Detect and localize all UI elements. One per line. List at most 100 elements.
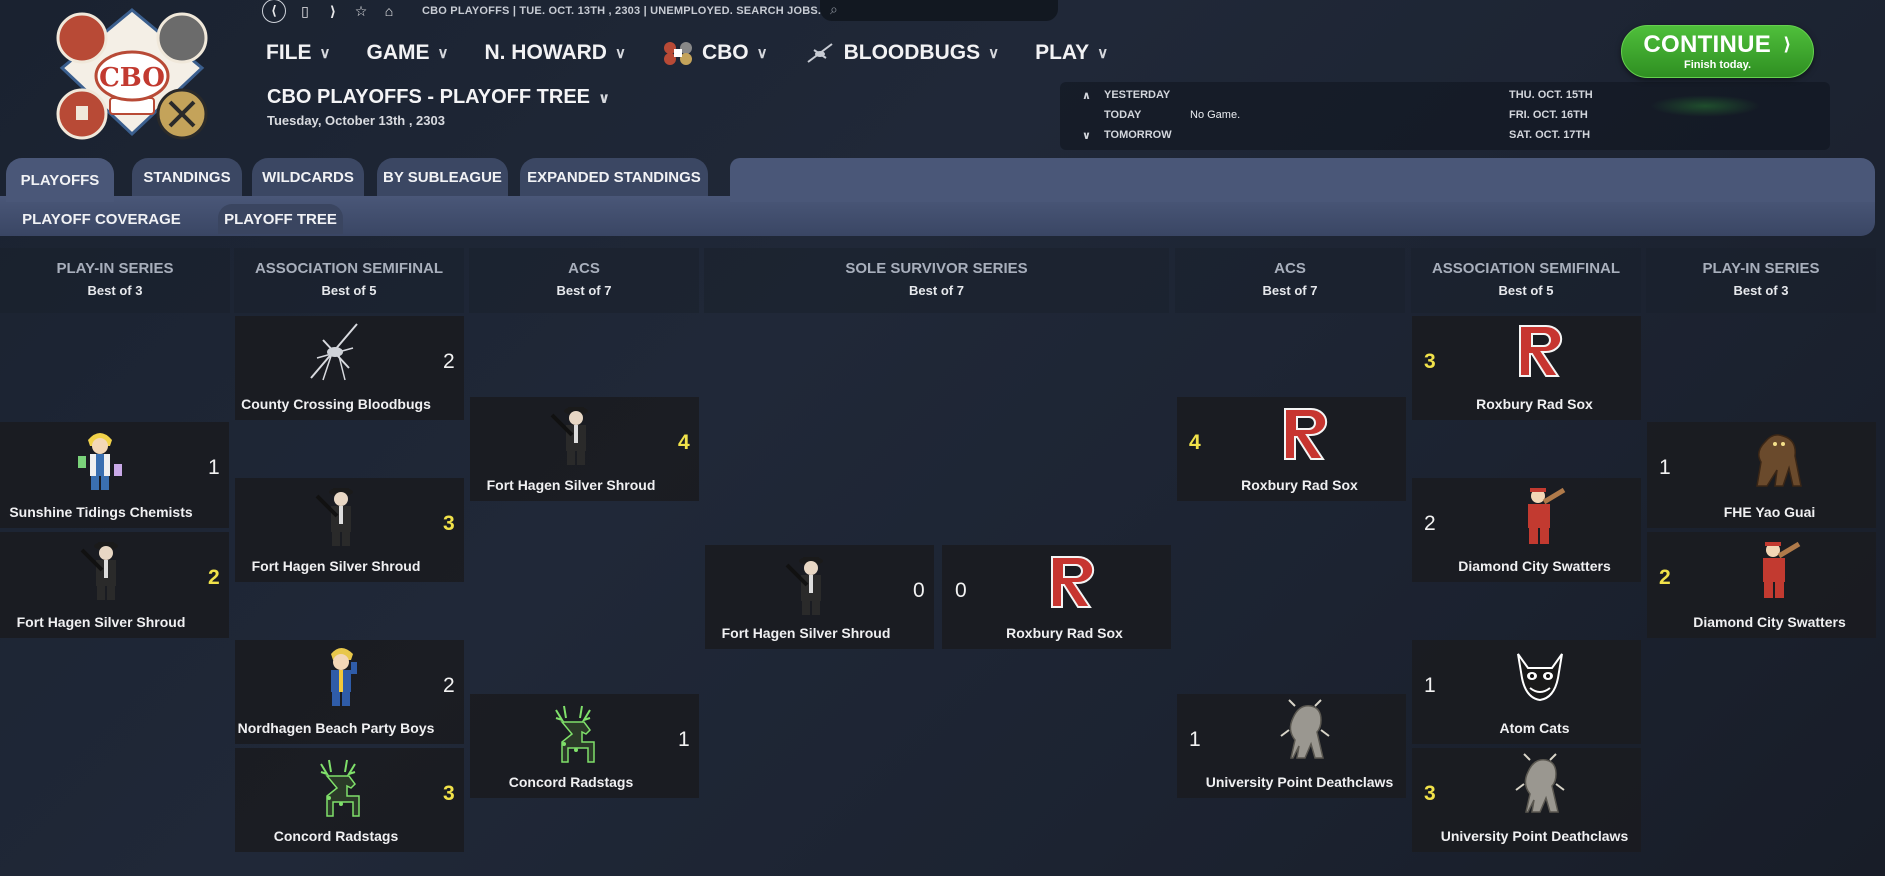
team-card-left-semi-4[interactable]: 3 Concord Radstags xyxy=(235,748,464,852)
tab-panel-fill xyxy=(730,158,1875,202)
silver-shroud-icon xyxy=(785,555,825,617)
series-score: 1 xyxy=(1659,456,1671,479)
team-name: Concord Radstags xyxy=(273,828,399,844)
tab-playoffs[interactable]: PLAYOFFS xyxy=(6,158,114,202)
tab-wildcards[interactable]: WILDCARDS xyxy=(252,158,364,196)
yao-guai-icon xyxy=(1756,434,1802,487)
page-date: Tuesday, October 13th , 2303 xyxy=(267,113,445,128)
menu-game[interactable]: GAME ∨ xyxy=(366,40,448,66)
series-score: 2 xyxy=(443,350,455,373)
back-forward-icon[interactable]: ⟨ xyxy=(262,0,286,23)
vault-boy-icon xyxy=(331,648,357,706)
search-input[interactable]: ⌕ xyxy=(820,0,1058,21)
team-name: Diamond City Swatters xyxy=(1458,558,1611,574)
menu-file[interactable]: FILE ∨ xyxy=(266,40,330,66)
team-card-left-playin-top[interactable]: 1 Sunshine Tidings Chemists xyxy=(0,422,229,528)
forward-icon[interactable]: ⟩ xyxy=(324,3,342,20)
team-name: Fort Hagen Silver Shroud xyxy=(251,558,421,574)
series-score: 3 xyxy=(1424,350,1436,373)
continue-button[interactable]: CONTINUE ⟩ Finish today. xyxy=(1621,25,1814,78)
team-name: Nordhagen Beach Party Boys xyxy=(237,720,435,736)
col-header-right-acs: ACS Best of 7 xyxy=(1175,248,1405,313)
breadcrumb[interactable]: CBO PLAYOFFS | TUE. OCT. 13TH , 2303 | U… xyxy=(422,5,828,17)
chevron-down-icon: ∨ xyxy=(988,45,1000,62)
home-icon[interactable]: ⌂ xyxy=(380,3,398,19)
series-score: 1 xyxy=(678,728,690,751)
team-name: Fort Hagen Silver Shroud xyxy=(721,625,891,641)
star-icon[interactable]: ☆ xyxy=(352,3,370,20)
chevron-right-icon: ⟩ xyxy=(1783,34,1792,54)
subtab-playoff-coverage[interactable]: PLAYOFF COVERAGE xyxy=(14,204,189,234)
team-name: University Point Deathclaws xyxy=(1440,828,1629,844)
team-card-right-playin-top[interactable]: 1 FHE Yao Guai xyxy=(1647,422,1876,528)
schedule-tomorrow[interactable]: ∨ TOMORROW SAT. OCT. 17TH xyxy=(1060,126,1830,144)
silver-shroud-icon xyxy=(315,486,355,548)
team-card-left-playin-bottom[interactable]: 2 Fort Hagen Silver Shroud xyxy=(0,532,229,638)
series-score: 4 xyxy=(678,431,690,454)
series-score: 3 xyxy=(1424,782,1436,805)
series-score: 3 xyxy=(443,782,455,805)
rad-sox-icon xyxy=(1519,325,1563,377)
col-header-left-acs: ACS Best of 7 xyxy=(469,248,699,313)
team-name: Fort Hagen Silver Shroud xyxy=(486,477,656,493)
team-name: Roxbury Rad Sox xyxy=(1241,477,1358,493)
tab-expanded-standings[interactable]: EXPANDED STANDINGS xyxy=(520,158,708,196)
page-title[interactable]: CBO PLAYOFFS - PLAYOFF TREE ∨ xyxy=(267,86,610,109)
league-icon xyxy=(663,42,692,65)
league-logo[interactable]: CBO xyxy=(52,6,212,144)
silver-shroud-icon xyxy=(550,405,590,467)
series-score: 1 xyxy=(1189,728,1201,751)
team-name: Diamond City Swatters xyxy=(1693,614,1846,630)
team-name: Atom Cats xyxy=(1499,720,1570,736)
tab-standings[interactable]: STANDINGS xyxy=(132,158,242,196)
team-name: Concord Radstags xyxy=(508,774,634,790)
bloodbug-icon xyxy=(310,323,358,381)
team-card-right-semi-4[interactable]: 3 University Point Deathclaws xyxy=(1412,748,1641,852)
team-card-left-acs-2[interactable]: 1 Concord Radstags xyxy=(470,694,699,798)
radstag-icon xyxy=(555,705,595,763)
team-card-final-right[interactable]: 0 Roxbury Rad Sox xyxy=(942,545,1171,649)
menu-play[interactable]: PLAY ∨ xyxy=(1035,40,1108,66)
team-card-right-semi-3[interactable]: 1 Atom Cats xyxy=(1412,640,1641,744)
team-card-left-semi-3[interactable]: 2 Nordhagen Beach Party Boys xyxy=(235,640,464,744)
team-name: University Point Deathclaws xyxy=(1205,774,1394,790)
chevron-up-icon: ∧ xyxy=(1082,89,1091,102)
team-card-right-semi-1[interactable]: 3 Roxbury Rad Sox xyxy=(1412,316,1641,420)
main-menu: FILE ∨ GAME ∨ N. HOWARD ∨ CBO ∨ BLOODBUGS ∨ P… xyxy=(266,40,1144,66)
team-card-left-acs-1[interactable]: 4 Fort Hagen Silver Shroud xyxy=(470,397,699,501)
chemists-icon xyxy=(78,433,122,490)
deathclaw-icon xyxy=(1515,753,1565,813)
team-card-final-left[interactable]: 0 Fort Hagen Silver Shroud xyxy=(705,545,934,649)
chevron-down-icon: ∨ xyxy=(319,45,331,62)
phone-icon[interactable]: ▯ xyxy=(296,3,314,20)
team-name: FHE Yao Guai xyxy=(1723,504,1816,520)
menu-manager[interactable]: N. HOWARD ∨ xyxy=(484,40,625,66)
menu-team[interactable]: BLOODBUGS ∨ xyxy=(804,40,999,66)
team-card-left-semi-2[interactable]: 3 Fort Hagen Silver Shroud xyxy=(235,478,464,582)
team-card-right-acs-1[interactable]: 4 Roxbury Rad Sox xyxy=(1177,397,1406,501)
rad-sox-icon xyxy=(1284,408,1328,460)
series-score: 0 xyxy=(955,579,967,602)
menu-league[interactable]: CBO ∨ xyxy=(662,40,768,66)
team-card-right-playin-bottom[interactable]: 2 Diamond City Swatters xyxy=(1647,532,1876,638)
col-header-right-semi: ASSOCIATION SEMIFINAL Best of 5 xyxy=(1411,248,1641,313)
rad-sox-icon xyxy=(1051,556,1095,608)
series-score: 1 xyxy=(1424,674,1436,697)
series-score: 2 xyxy=(208,566,220,589)
team-card-right-semi-2[interactable]: 2 Diamond City Swatters xyxy=(1412,478,1641,582)
series-score: 2 xyxy=(1659,566,1671,589)
tab-bar: PLAYOFFS STANDINGS WILDCARDS BY SUBLEAGU… xyxy=(0,158,1885,236)
team-name: Sunshine Tidings Chemists xyxy=(9,504,193,520)
chevron-down-icon: ∨ xyxy=(614,45,626,62)
team-card-right-acs-2[interactable]: 1 University Point Deathclaws xyxy=(1177,694,1406,798)
team-name: Fort Hagen Silver Shroud xyxy=(16,614,186,630)
team-card-left-semi-1[interactable]: 2 County Crossing Bloodbugs xyxy=(235,316,464,420)
subtab-playoff-tree[interactable]: PLAYOFF TREE xyxy=(218,204,343,234)
search-icon: ⌕ xyxy=(830,1,838,17)
tab-by-subleague[interactable]: BY SUBLEAGUE xyxy=(377,158,508,196)
col-header-right-playin: PLAY-IN SERIES Best of 3 xyxy=(1646,248,1876,313)
chevron-down-icon: ∨ xyxy=(1097,45,1109,62)
chevron-down-icon: ∨ xyxy=(437,45,449,62)
col-header-final: SOLE SURVIVOR SERIES Best of 7 xyxy=(704,248,1169,313)
top-bar: CBO ⟨ ▯ ⟩ ☆ ⌂ CBO PLAYOFFS | TUE. OCT. 1… xyxy=(0,0,1885,160)
